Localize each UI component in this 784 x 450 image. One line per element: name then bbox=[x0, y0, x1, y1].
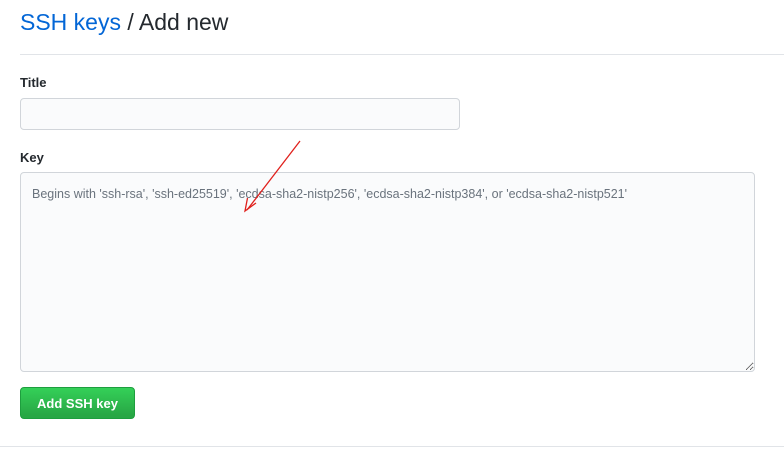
key-textarea[interactable] bbox=[20, 172, 755, 372]
header-divider bbox=[20, 54, 784, 55]
key-label: Key bbox=[20, 150, 44, 165]
footer-divider bbox=[0, 446, 784, 447]
title-input[interactable] bbox=[20, 98, 460, 130]
page-title: SSH keys / Add new bbox=[20, 6, 228, 38]
title-label: Title bbox=[20, 75, 47, 90]
add-ssh-key-button[interactable]: Add SSH key bbox=[20, 387, 135, 419]
breadcrumb-current-page: Add new bbox=[138, 9, 229, 35]
breadcrumb-separator: / bbox=[127, 9, 134, 35]
breadcrumb-ssh-keys-link[interactable]: SSH keys bbox=[20, 9, 121, 35]
